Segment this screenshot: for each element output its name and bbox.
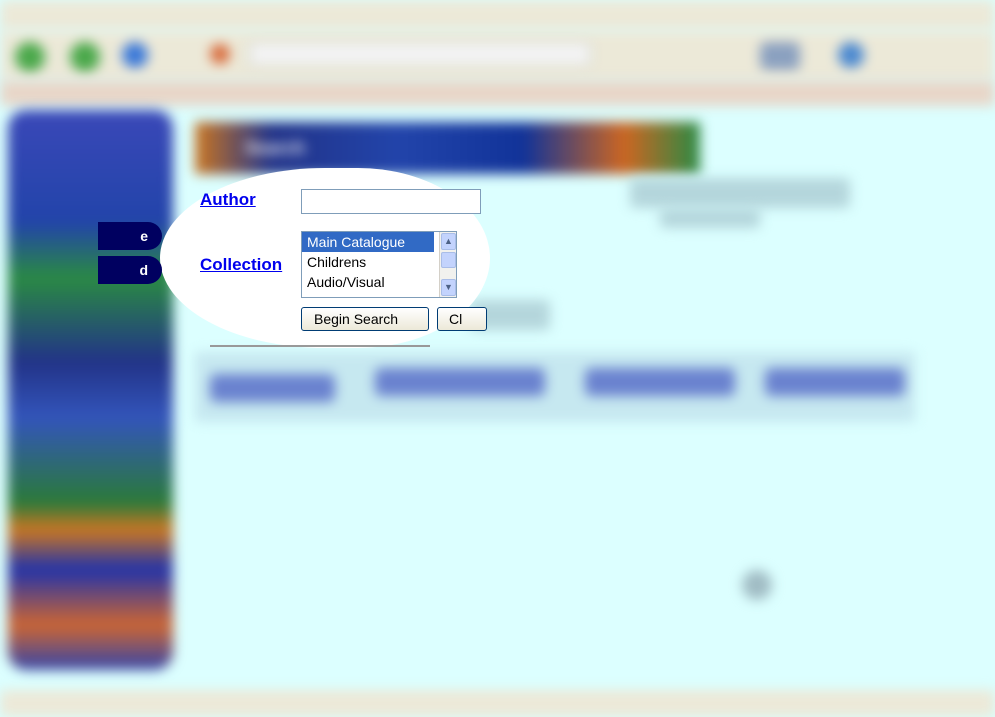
address-bar[interactable]: [250, 43, 590, 65]
nav-link[interactable]: [765, 368, 905, 396]
go-icon[interactable]: [760, 42, 800, 70]
status-bar: [0, 690, 995, 717]
page-title: Search: [245, 138, 306, 158]
scroll-down-icon[interactable]: ▼: [441, 279, 456, 296]
refresh-icon[interactable]: [122, 42, 148, 68]
collection-select[interactable]: Main Catalogue Childrens Audio/Visual ▲ …: [301, 231, 457, 298]
collection-link[interactable]: Collection: [200, 255, 282, 275]
search-type-nav: [195, 352, 915, 422]
forward-icon[interactable]: [70, 42, 100, 72]
author-input[interactable]: [301, 189, 481, 214]
stop-icon[interactable]: [210, 44, 230, 64]
back-icon[interactable]: [15, 42, 45, 72]
collection-option[interactable]: Main Catalogue: [302, 232, 434, 252]
help-text: [660, 208, 760, 228]
browser-menu-bar[interactable]: [0, 0, 995, 30]
sidebar-item[interactable]: e: [98, 222, 162, 250]
collection-option[interactable]: Childrens: [302, 252, 434, 272]
nav-link[interactable]: [375, 368, 545, 396]
cursor-icon: [742, 570, 772, 600]
help-text: [630, 178, 850, 208]
search-icon[interactable]: [838, 42, 864, 68]
author-link[interactable]: Author: [200, 190, 256, 210]
nav-link[interactable]: [210, 374, 335, 402]
divider: [210, 345, 430, 347]
nav-link[interactable]: [585, 368, 735, 396]
scroll-thumb[interactable]: [441, 252, 456, 268]
sidebar-nav[interactable]: [8, 110, 173, 670]
begin-search-button[interactable]: Begin Search: [301, 307, 429, 331]
scroll-up-icon[interactable]: ▲: [441, 233, 456, 250]
clear-button[interactable]: Cl: [437, 307, 487, 331]
collection-scrollbar[interactable]: ▲ ▼: [439, 232, 456, 297]
sidebar-item[interactable]: d: [98, 256, 162, 284]
collection-option[interactable]: Audio/Visual: [302, 272, 434, 292]
links-bar[interactable]: [0, 80, 995, 106]
